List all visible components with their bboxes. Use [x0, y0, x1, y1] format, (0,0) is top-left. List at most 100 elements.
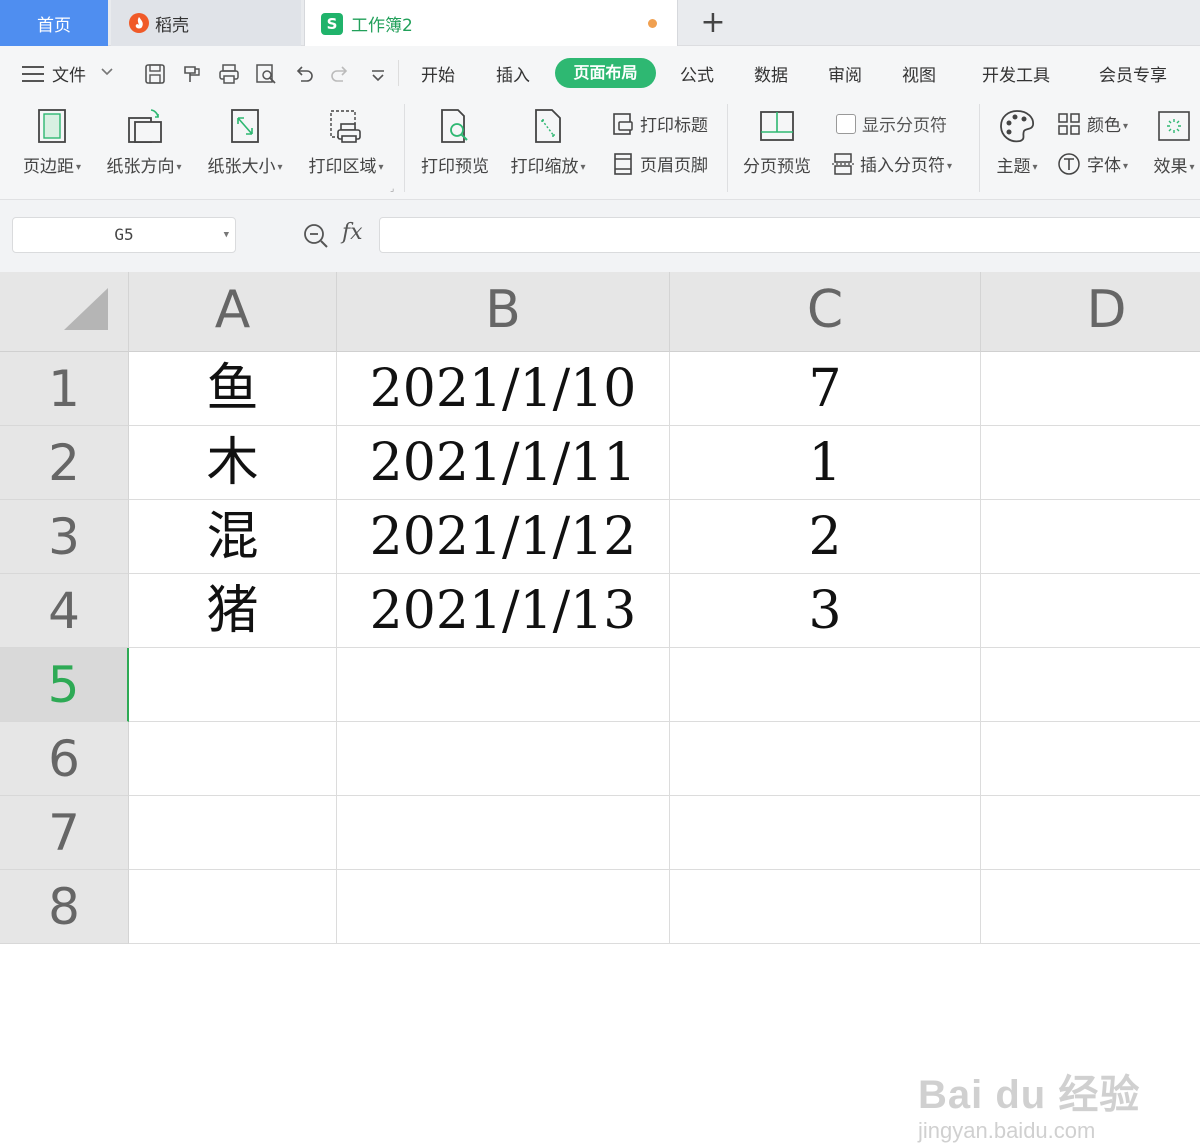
menu-review[interactable]: 审阅 — [828, 61, 862, 86]
zoom-icon[interactable] — [302, 222, 330, 250]
new-tab-button[interactable]: + — [698, 6, 728, 40]
cell-d4[interactable] — [981, 574, 1200, 648]
cell-b8[interactable] — [337, 870, 670, 944]
cell-b5[interactable] — [337, 648, 670, 722]
menu-view[interactable]: 视图 — [902, 61, 936, 86]
cell-a1[interactable]: 鱼 — [129, 352, 337, 426]
unsaved-indicator — [648, 19, 657, 28]
cell-c1[interactable]: 7 — [670, 352, 981, 426]
insert-page-break-button[interactable]: 插入分页符 — [832, 151, 952, 176]
cell-c3[interactable]: 2 — [670, 500, 981, 574]
print-icon[interactable] — [218, 63, 240, 85]
cell-a7[interactable] — [129, 796, 337, 870]
ribbon-separator — [404, 104, 405, 192]
show-page-breaks-checkbox[interactable]: 显示分页符 — [836, 111, 947, 136]
cell-b1[interactable]: 2021/1/10 — [337, 352, 670, 426]
save-icon[interactable] — [144, 63, 166, 85]
formula-input[interactable] — [379, 217, 1200, 253]
cell-d3[interactable] — [981, 500, 1200, 574]
tab-home[interactable]: 首页 — [0, 0, 108, 46]
menu-start[interactable]: 开始 — [421, 61, 455, 86]
cell-d1[interactable] — [981, 352, 1200, 426]
cell-a5[interactable] — [129, 648, 337, 722]
print-scale-button[interactable]: 打印缩放 — [505, 108, 591, 177]
header-footer-button[interactable]: 页眉页脚 — [612, 151, 708, 176]
column-header-b[interactable]: B — [337, 272, 670, 352]
cell-b3[interactable]: 2021/1/12 — [337, 500, 670, 574]
print-preview-button[interactable]: 打印预览 — [418, 108, 492, 177]
print-area-button[interactable]: 打印区域 — [303, 108, 389, 177]
row-header-7[interactable]: 7 — [0, 796, 129, 870]
cell-d8[interactable] — [981, 870, 1200, 944]
cell-c7[interactable] — [670, 796, 981, 870]
cell-b7[interactable] — [337, 796, 670, 870]
chevron-down-icon[interactable]: ▼ — [224, 218, 229, 252]
file-menu[interactable]: 文件 — [52, 61, 86, 86]
name-box[interactable]: G5 ▼ — [12, 217, 236, 253]
column-header-a[interactable]: A — [129, 272, 337, 352]
menu-developer[interactable]: 开发工具 — [982, 61, 1050, 86]
print-preview-label: 打印预览 — [421, 157, 489, 177]
menu-insert[interactable]: 插入 — [496, 61, 530, 86]
cell-c5[interactable] — [670, 648, 981, 722]
orientation-label: 纸张方向 — [101, 152, 187, 177]
row-header-8[interactable]: 8 — [0, 870, 129, 944]
page-break-preview-button[interactable]: 分页预览 — [740, 108, 814, 177]
format-painter-icon[interactable] — [181, 63, 203, 85]
column-header-d[interactable]: D — [981, 272, 1200, 352]
cell-c2[interactable]: 1 — [670, 426, 981, 500]
theme-label: 主题 — [990, 152, 1044, 177]
watermark: Bai du 经验 jingyan.baidu.com — [918, 1062, 1140, 1144]
margins-button[interactable]: 页边距 — [18, 108, 86, 177]
dialog-launcher-icon[interactable]: ⌟ — [390, 184, 394, 194]
menu-data[interactable]: 数据 — [754, 61, 788, 86]
row-header-6[interactable]: 6 — [0, 722, 129, 796]
row-header-4[interactable]: 4 — [0, 574, 129, 648]
formula-bar: G5 ▼ fx — [0, 200, 1200, 272]
customize-toolbar-icon[interactable] — [367, 63, 389, 85]
row-header-5[interactable]: 5 — [0, 648, 129, 722]
hamburger-icon[interactable] — [22, 66, 44, 82]
fonts-button[interactable]: 字体 — [1057, 151, 1128, 176]
cell-a3[interactable]: 混 — [129, 500, 337, 574]
undo-icon[interactable] — [293, 63, 315, 85]
tab-workbook[interactable]: S 工作簿2 — [304, 0, 678, 47]
cell-c8[interactable] — [670, 870, 981, 944]
chevron-down-icon[interactable] — [100, 62, 114, 87]
cell-a8[interactable] — [129, 870, 337, 944]
cell-c4[interactable]: 3 — [670, 574, 981, 648]
select-all-corner[interactable] — [0, 272, 129, 352]
row-header-3[interactable]: 3 — [0, 500, 129, 574]
row-header-1[interactable]: 1 — [0, 352, 129, 426]
tab-daoke[interactable]: 稻壳 — [111, 0, 301, 46]
print-titles-icon — [613, 112, 633, 135]
cell-b6[interactable] — [337, 722, 670, 796]
cell-c6[interactable] — [670, 722, 981, 796]
ribbon-separator — [979, 104, 980, 192]
colors-button[interactable]: 颜色 — [1057, 111, 1128, 136]
cell-a4[interactable]: 猪 — [129, 574, 337, 648]
menu-member[interactable]: 会员专享 — [1099, 61, 1167, 86]
cell-d5[interactable] — [981, 648, 1200, 722]
print-titles-label: 打印标题 — [640, 116, 708, 136]
print-preview-icon[interactable] — [255, 63, 277, 85]
theme-button[interactable]: 主题 — [990, 108, 1044, 177]
cell-d6[interactable] — [981, 722, 1200, 796]
tab-daoke-label: 稻壳 — [155, 15, 189, 36]
paper-size-button[interactable]: 纸张大小 — [202, 108, 288, 177]
insert-function-icon[interactable]: fx — [342, 220, 363, 245]
cell-b4[interactable]: 2021/1/13 — [337, 574, 670, 648]
cell-d7[interactable] — [981, 796, 1200, 870]
cell-a6[interactable] — [129, 722, 337, 796]
print-titles-button[interactable]: 打印标题 — [612, 111, 708, 136]
column-header-c[interactable]: C — [670, 272, 981, 352]
cell-a2[interactable]: 木 — [129, 426, 337, 500]
cell-b2[interactable]: 2021/1/11 — [337, 426, 670, 500]
row-header-2[interactable]: 2 — [0, 426, 129, 500]
effects-button[interactable]: 效果 — [1148, 108, 1200, 177]
menu-page-layout[interactable]: 页面布局 — [555, 58, 656, 88]
redo-icon[interactable] — [329, 63, 351, 85]
orientation-button[interactable]: 纸张方向 — [101, 108, 187, 177]
menu-formulas[interactable]: 公式 — [680, 61, 714, 86]
cell-d2[interactable] — [981, 426, 1200, 500]
